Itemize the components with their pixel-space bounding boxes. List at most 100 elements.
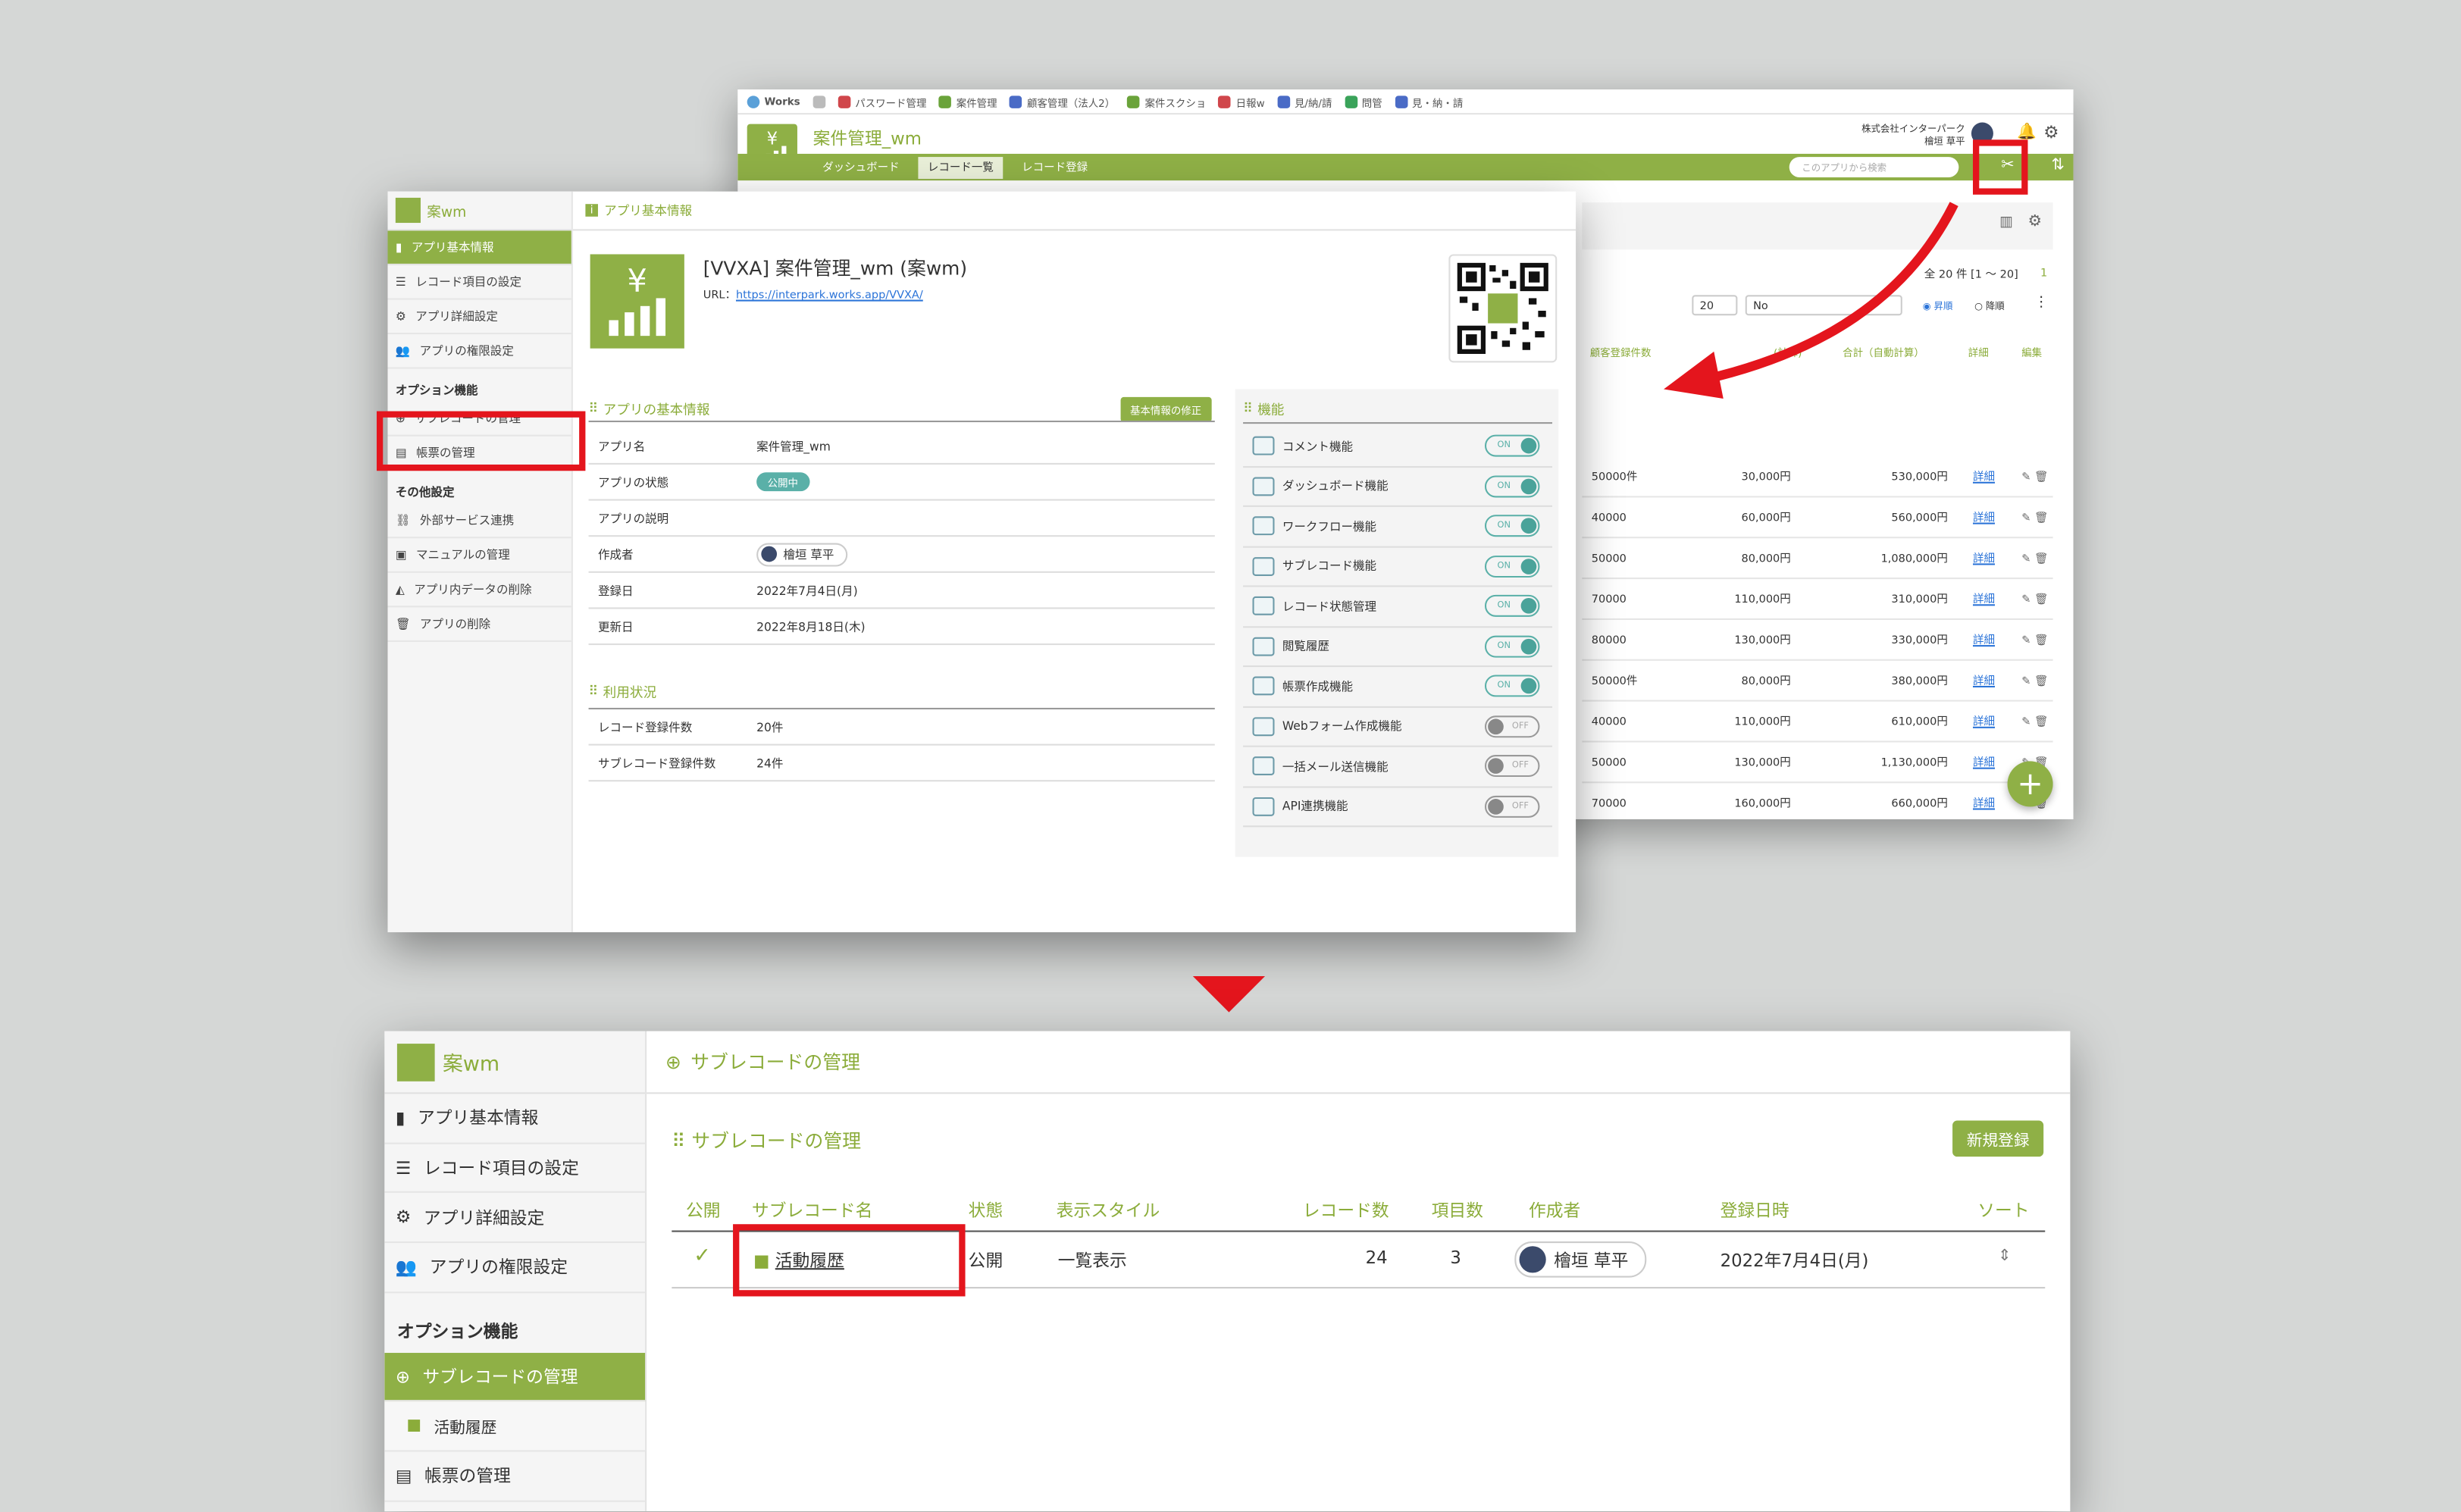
edit-icon[interactable]: ✎ 🗑 — [1995, 552, 2048, 565]
sidebar-item-basic-info[interactable]: ▮ アプリ基本情報 — [384, 1094, 646, 1144]
detail-link[interactable]: 詳細 — [1948, 713, 1995, 729]
sync-icon[interactable]: ⇅ — [2052, 157, 2065, 174]
page-number[interactable]: 1 — [2040, 267, 2047, 280]
creator-chip[interactable]: 檜垣 草平 — [756, 542, 849, 566]
gear-icon[interactable]: ⚙ — [2027, 214, 2042, 231]
gear-icon[interactable]: ⚙ — [2043, 123, 2059, 143]
feature-toggle[interactable]: ON — [1484, 515, 1540, 537]
sidebar-item-details[interactable]: ⚙ アプリ詳細設定 — [384, 1194, 646, 1244]
creator-chip[interactable]: 檜垣 草平 — [1514, 1241, 1646, 1278]
col-header: 表示スタイル — [1056, 1201, 1160, 1222]
edit-icon[interactable]: ✎ 🗑 — [1995, 511, 2048, 524]
new-register-button[interactable]: 新規登録 — [1952, 1120, 2044, 1157]
bookmark[interactable]: 案件管理 — [938, 93, 997, 109]
customer-count-cell: 50000件 — [1591, 470, 1638, 483]
table-row: 40000 110,000円 610,000円 詳細 ✎ 🗑 — [1582, 702, 2053, 743]
grip-icon: ⠿ — [672, 1129, 692, 1152]
total-cell: 380,000円 — [1891, 674, 1948, 687]
edit-icon[interactable]: ✎ 🗑 — [1995, 634, 2048, 646]
sidebar-item-manual[interactable]: ▣ マニュアルの管理 — [387, 538, 571, 573]
edit-basic-info-button[interactable]: 基本情報の修正 — [1120, 396, 1211, 423]
calc-cell: 110,000円 — [1734, 592, 1791, 606]
feature-toggle[interactable]: ON — [1484, 435, 1540, 458]
bookmark[interactable]: 見・納・請 — [1395, 93, 1463, 109]
option-section-title: オプション機能 — [396, 1321, 518, 1342]
sidebar-app-header[interactable]: 案wm — [387, 192, 571, 231]
feature-toggle[interactable]: OFF — [1484, 715, 1540, 737]
bookmark[interactable]: 顧客管理（法人2） — [1010, 93, 1115, 109]
sidebar-item-details[interactable]: ⚙ アプリ詳細設定 — [387, 300, 571, 335]
feature-label: 閲覧履歴 — [1282, 639, 1329, 653]
detail-link[interactable]: 詳細 — [1948, 550, 1995, 566]
customer-count-cell: 40000 — [1591, 715, 1627, 728]
app-logo-icon: ¥ — [590, 254, 684, 349]
detail-link[interactable]: 詳細 — [1948, 672, 1995, 688]
app-url-link[interactable]: https://interpark.works.app/VVXA/ — [736, 289, 923, 302]
total-cell: 530,000円 — [1891, 470, 1948, 483]
bookmark-works[interactable]: Works — [747, 95, 800, 108]
sidebar-app-header[interactable]: 案wm — [384, 1031, 646, 1094]
feature-toggle[interactable]: OFF — [1484, 755, 1540, 778]
bookmark-icon — [1010, 95, 1022, 108]
bookmark[interactable]: 見/納/請 — [1277, 93, 1332, 109]
feature-toggle[interactable]: ON — [1484, 675, 1540, 697]
toggle-text: ON — [1497, 561, 1511, 571]
toggle-text: ON — [1497, 441, 1511, 451]
edit-icon[interactable]: ✎ 🗑 — [1995, 593, 2048, 606]
detail-link[interactable]: 詳細 — [1948, 795, 1995, 811]
info-row: 作成者 檜垣 草平 — [588, 537, 1215, 573]
feature-toggle[interactable]: ON — [1484, 555, 1540, 578]
sidebar-item-delete-data[interactable]: ◭ アプリ内データの削除 — [387, 573, 571, 608]
chart-icon[interactable]: ▥ — [1999, 215, 2013, 231]
detail-link[interactable]: 詳細 — [1948, 468, 1995, 484]
bookmark[interactable]: 日報w — [1218, 93, 1265, 109]
tab-record-list[interactable]: レコード一覧 — [918, 157, 1003, 180]
search-input[interactable]: このアプリから検索 — [1789, 157, 1959, 178]
add-record-button[interactable]: + — [2007, 761, 2053, 807]
sidebar-item-external[interactable]: ⛓ 外部サービス連携 — [387, 504, 571, 539]
bookmark[interactable]: 案件スクショ — [1127, 93, 1206, 109]
edit-icon[interactable]: ✎ 🗑 — [1995, 715, 2048, 728]
sidebar-item-forms[interactable]: ▤ 帳票の管理 — [384, 1452, 646, 1502]
detail-link[interactable]: 詳細 — [1948, 591, 1995, 607]
bookmark-icon — [1344, 95, 1357, 108]
table-row: 50000件 80,000円 380,000円 詳細 ✎ 🗑 — [1582, 661, 2053, 702]
sidebar-item-permissions[interactable]: 👥 アプリの権限設定 — [384, 1243, 646, 1293]
sort-handle-icon[interactable]: ⇕ — [1998, 1247, 2011, 1265]
bookmark-icon — [1395, 95, 1407, 108]
bookmark[interactable]: 問管 — [1344, 93, 1382, 109]
detail-link[interactable]: 詳細 — [1948, 754, 1995, 770]
feature-toggle[interactable]: ON — [1484, 474, 1540, 497]
bookmark[interactable]: パスワード管理 — [838, 93, 926, 109]
tab-dashboard[interactable]: ダッシュボード — [813, 157, 909, 179]
more-icon[interactable]: ⋮ — [2034, 295, 2049, 311]
gear-icon: ⚙ — [395, 1207, 412, 1228]
toggle-knob — [1520, 678, 1537, 694]
apps-grid-icon[interactable] — [813, 95, 825, 108]
toggle-text: OFF — [1511, 801, 1529, 812]
status-cell: 公開 — [968, 1251, 1003, 1272]
sidebar-item-subrecord[interactable]: ⊕ サブレコードの管理 — [384, 1352, 646, 1403]
feature-toggle[interactable]: ON — [1484, 595, 1540, 618]
sidebar-item-basic-info[interactable]: ▮ アプリ基本情報 — [387, 230, 571, 265]
feature-toggle[interactable]: OFF — [1484, 795, 1540, 818]
sidebar-item-fields[interactable]: ☰ レコード項目の設定 — [384, 1144, 646, 1194]
sidebar-item-activity-history[interactable]: ■ 活動履歴 — [384, 1402, 646, 1452]
tab-record-register[interactable]: レコード登録 — [1013, 157, 1097, 179]
total-cell: 1,130,000円 — [1880, 756, 1948, 769]
feature-row: Webフォーム作成機能 OFF — [1243, 707, 1553, 747]
table-row: 80000 130,000円 330,000円 詳細 ✎ 🗑 — [1582, 620, 2053, 661]
bell-icon[interactable]: 🔔 — [2017, 124, 2037, 142]
sidebar-item-delete-app[interactable]: 🗑 アプリの削除 — [387, 607, 571, 642]
avatar — [761, 546, 778, 562]
feature-toggle[interactable]: ON — [1484, 635, 1540, 658]
users-icon: 👥 — [395, 343, 411, 358]
detail-link[interactable]: 詳細 — [1948, 631, 1995, 647]
detail-link[interactable]: 詳細 — [1948, 509, 1995, 525]
sidebar-item-fields[interactable]: ☰ レコード項目の設定 — [387, 265, 571, 300]
edit-icon[interactable]: ✎ 🗑 — [1995, 674, 2048, 687]
sidebar-item-permissions[interactable]: 👥 アプリの権限設定 — [387, 334, 571, 369]
customer-count-cell: 40000 — [1591, 511, 1627, 524]
info-icon: ▮ — [395, 239, 402, 255]
edit-icon[interactable]: ✎ 🗑 — [1995, 470, 2048, 483]
